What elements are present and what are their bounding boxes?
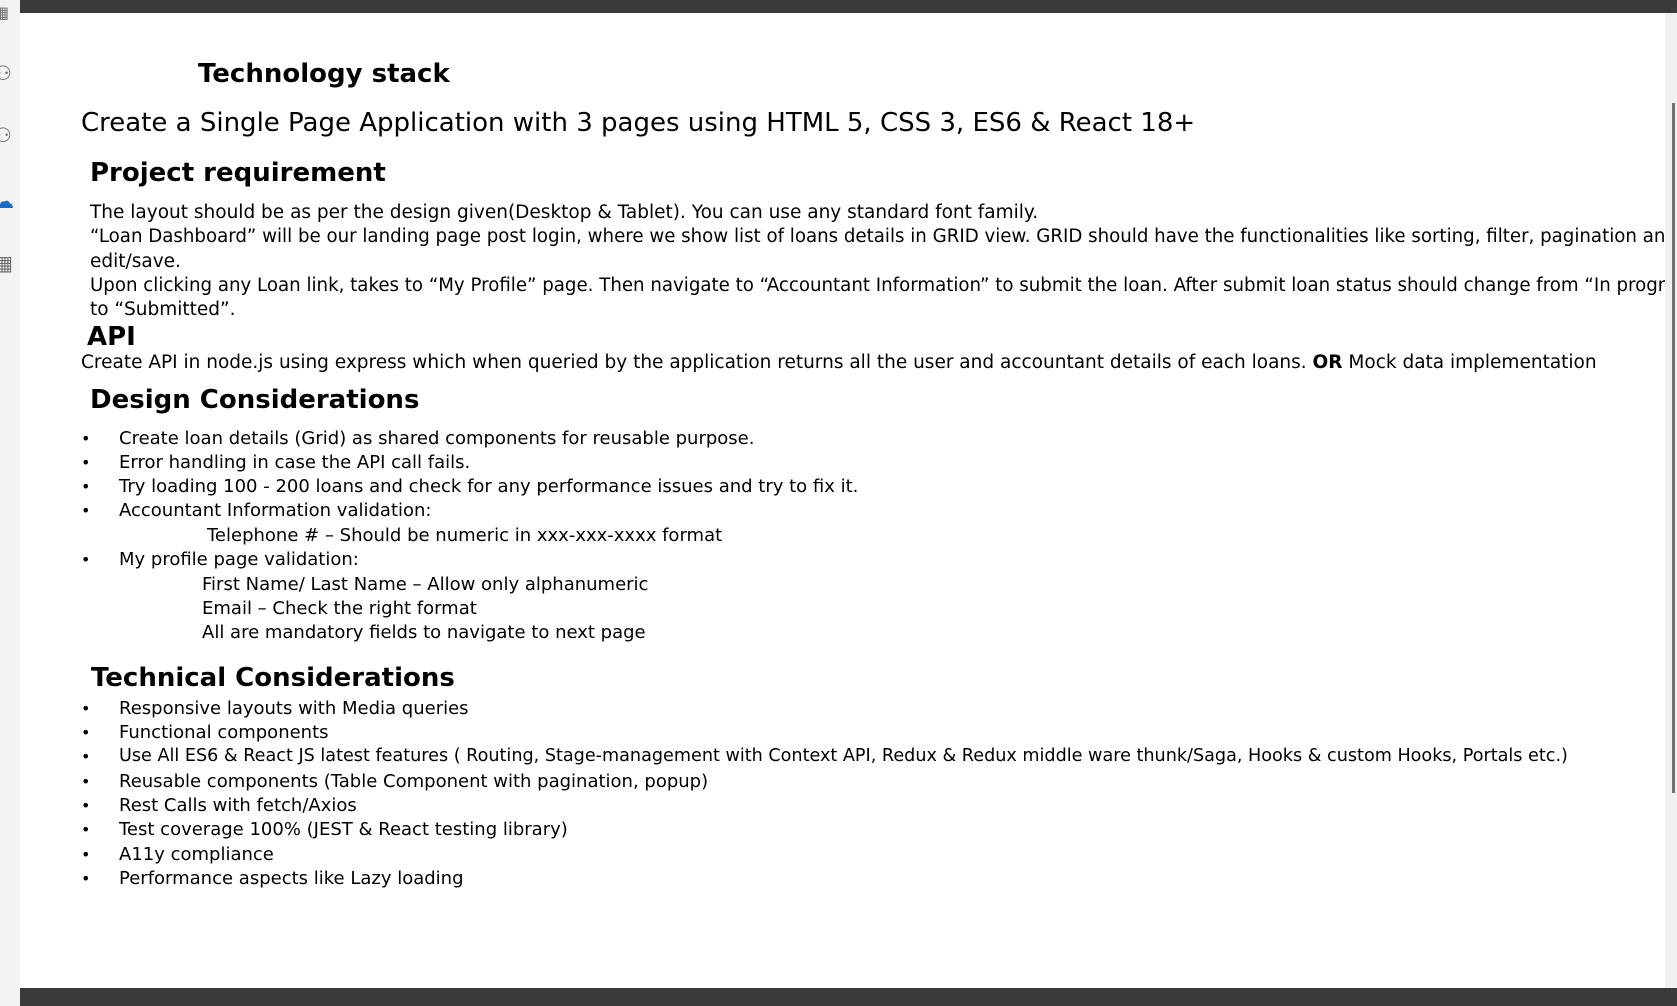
api-or-label: OR xyxy=(1312,352,1343,373)
design-item: Accountant Information validation: xyxy=(119,500,432,521)
tech-item: Reusable components (Table Component wit… xyxy=(119,771,709,792)
vertical-scrollbar[interactable] xyxy=(1665,13,1677,988)
profile-sub-item: First Name/ Last Name – Allow only alpha… xyxy=(202,574,649,595)
app-rail: ▦ ⚇ ⚇ ☁ ▦ xyxy=(0,0,20,1006)
tech-item: Test coverage 100% (JEST & React testing… xyxy=(119,819,568,840)
tech-item: Rest Calls with fetch/Axios xyxy=(119,795,357,816)
list-bullet: • xyxy=(81,845,91,864)
onedrive-icon[interactable]: ☁ xyxy=(0,190,16,212)
technical-considerations-heading: Technical Considerations xyxy=(91,663,455,693)
list-bullet: • xyxy=(81,747,91,766)
api-heading: API xyxy=(87,322,136,352)
list-bullet: • xyxy=(81,820,91,839)
project-line: “Loan Dashboard” will be our landing pag… xyxy=(90,226,1677,247)
list-bullet: • xyxy=(81,429,91,448)
tech-item: Functional components xyxy=(119,722,329,743)
list-bullet: • xyxy=(81,453,91,472)
design-considerations-heading: Design Considerations xyxy=(90,385,420,415)
api-text-part: Mock data implementation xyxy=(1342,352,1597,373)
design-item: My profile page validation: xyxy=(119,549,359,570)
design-item: Create loan details (Grid) as shared com… xyxy=(119,428,755,449)
list-bullet: • xyxy=(81,550,91,569)
document-page: Technology stack Create a Single Page Ap… xyxy=(20,13,1677,988)
teams-icon[interactable]: ⚇ xyxy=(0,124,16,146)
list-bullet: • xyxy=(81,723,91,742)
design-item: Try loading 100 - 200 loans and check fo… xyxy=(119,476,859,497)
window-bottom-border xyxy=(20,988,1677,1006)
api-text-part: Create API in node.js using express whic… xyxy=(81,352,1313,373)
scrollbar-thumb[interactable] xyxy=(1672,103,1675,793)
apps-icon[interactable]: ▦ xyxy=(0,252,16,274)
window-top-border xyxy=(20,0,1677,13)
technology-stack-heading: Technology stack xyxy=(198,59,450,89)
people-icon[interactable]: ⚇ xyxy=(0,62,16,84)
list-bullet: • xyxy=(81,699,91,718)
tech-item: Performance aspects like Lazy loading xyxy=(119,868,464,889)
project-line: The layout should be as per the design g… xyxy=(90,202,1039,223)
project-requirement-heading: Project requirement xyxy=(90,158,386,188)
page-subtitle: Create a Single Page Application with 3 … xyxy=(81,108,1196,138)
list-bullet: • xyxy=(81,477,91,496)
accountant-sub-item: Telephone # – Should be numeric in xxx-x… xyxy=(207,525,723,546)
list-bullet: • xyxy=(81,501,91,520)
tech-item: A11y compliance xyxy=(119,844,274,865)
tech-item: Use All ES6 & React JS latest features (… xyxy=(119,746,1568,766)
list-bullet: • xyxy=(81,796,91,815)
list-bullet: • xyxy=(81,772,91,791)
project-line: Upon clicking any Loan link, takes to “M… xyxy=(90,275,1677,296)
api-text: Create API in node.js using express whic… xyxy=(81,352,1597,373)
calendar-icon[interactable]: ▦ xyxy=(0,2,16,24)
profile-sub-item: Email – Check the right format xyxy=(202,598,477,619)
project-line: edit/save. xyxy=(90,251,181,272)
project-line: to “Submitted”. xyxy=(90,299,236,320)
tech-item: Responsive layouts with Media queries xyxy=(119,698,469,719)
list-bullet: • xyxy=(81,869,91,888)
profile-sub-item: All are mandatory fields to navigate to … xyxy=(202,622,646,643)
design-item: Error handling in case the API call fail… xyxy=(119,452,471,473)
